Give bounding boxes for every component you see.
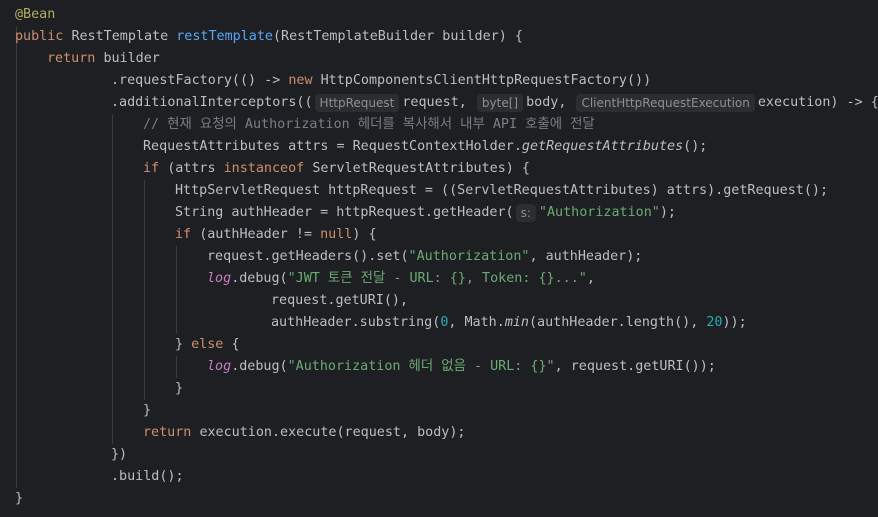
- code-token: log: [207, 359, 232, 374]
- code-line[interactable]: authHeader.substring(0, Math. min (authHea…: [271, 312, 747, 334]
- code-token: if: [175, 227, 200, 242]
- code-line[interactable]: request.getURI(),: [271, 290, 408, 312]
- code-token: ) {: [352, 227, 377, 242]
- code-token: request,: [402, 95, 475, 110]
- code-token: if: [143, 161, 168, 176]
- code-token: request.getHeaders().set(: [207, 249, 409, 264]
- code-line[interactable]: log .debug("JWT 토큰 전달 - URL: {}, Token: {…: [207, 268, 595, 290]
- code-token: , authHeader);: [529, 249, 643, 264]
- code-line[interactable]: return builder: [47, 48, 160, 70]
- code-token: new: [288, 73, 321, 88]
- code-token: @Bean: [15, 7, 56, 22]
- code-token: }: [175, 337, 192, 352]
- code-token: null: [320, 227, 353, 242]
- code-token: "Authorization": [408, 249, 530, 264]
- code-token: restTemplate: [176, 29, 273, 44]
- code-token: execution.execute(request, body);: [199, 425, 466, 440]
- code-line[interactable]: }: [15, 488, 23, 510]
- indent-guide: [176, 356, 177, 378]
- code-token: String authHeader = httpRequest.getHeade…: [175, 205, 514, 220]
- code-token: "JWT 토큰 전달 - URL: {}, Token: {}...": [287, 271, 587, 286]
- code-token: {: [231, 337, 240, 352]
- code-token: );: [659, 205, 676, 220]
- code-token: }): [111, 447, 128, 462]
- code-line[interactable]: if (attrs instanceof ServletRequestAttri…: [143, 158, 530, 180]
- code-line[interactable]: }: [143, 400, 151, 422]
- code-line[interactable]: .build();: [111, 466, 184, 488]
- code-token: .additionalInterceptors((: [111, 95, 313, 110]
- code-token: log: [207, 271, 232, 286]
- code-token: HttpServletRequest httpRequest = ((Servl…: [175, 183, 829, 198]
- code-token: 20: [706, 315, 723, 330]
- code-token: }: [175, 381, 184, 396]
- indent-guide: [176, 246, 177, 334]
- code-line[interactable]: request.getHeaders().set("Authorization"…: [207, 246, 642, 268]
- code-token: return: [143, 425, 200, 440]
- code-token: else: [191, 337, 232, 352]
- code-token: .build();: [111, 469, 184, 484]
- code-token: public: [15, 29, 72, 44]
- code-editor[interactable]: @Bean public RestTemplate restTemplate (Re…: [0, 0, 878, 517]
- code-token: (authHeader.length(),: [529, 315, 707, 330]
- code-token: ));: [722, 315, 747, 330]
- code-line[interactable]: // 현재 요청의 Authorization 헤더를 복사해서 내부 API …: [143, 114, 595, 136]
- code-token: (attrs: [167, 161, 224, 176]
- code-token: 0: [440, 315, 449, 330]
- code-token: getRequestAttributes: [521, 139, 684, 154]
- code-token: RequestAttributes attrs = RequestContext…: [143, 139, 522, 154]
- code-token: execution) -> {: [757, 95, 878, 110]
- code-line[interactable]: .requestFactory(() -> new HttpComponents…: [111, 70, 651, 92]
- code-token: instanceof: [223, 161, 313, 176]
- code-token: builder: [103, 51, 160, 66]
- code-token: ,: [586, 271, 595, 286]
- code-line[interactable]: }): [111, 444, 127, 466]
- code-token: min: [504, 315, 529, 330]
- code-line[interactable]: .additionalInterceptors((HttpRequest requ…: [111, 92, 878, 114]
- code-token: (authHeader !=: [199, 227, 321, 242]
- code-line[interactable]: }: [175, 378, 183, 400]
- parameter-hint: s:: [515, 204, 536, 222]
- indent-guide: [16, 26, 17, 488]
- parameter-hint: byte[]: [476, 94, 524, 112]
- code-token: , request.getURI());: [554, 359, 716, 374]
- code-line[interactable]: RequestAttributes attrs = RequestContext…: [143, 136, 707, 158]
- indent-guide: [112, 114, 113, 444]
- code-token: return: [47, 51, 104, 66]
- parameter-hint: HttpRequest: [314, 94, 400, 112]
- code-token: .debug(: [231, 271, 288, 286]
- code-line[interactable]: HttpServletRequest httpRequest = ((Servl…: [175, 180, 828, 202]
- code-line[interactable]: if (authHeader != null) {: [175, 224, 377, 246]
- code-token: // 현재 요청의 Authorization 헤더를 복사해서 내부 API …: [143, 117, 595, 132]
- code-token: RestTemplate: [71, 29, 177, 44]
- code-token: .debug(: [231, 359, 288, 374]
- code-line[interactable]: return execution.execute(request, body);: [143, 422, 465, 444]
- code-token: ServletRequestAttributes) {: [312, 161, 530, 176]
- code-line[interactable]: public RestTemplate restTemplate (RestTem…: [15, 26, 523, 48]
- code-token: ();: [683, 139, 708, 154]
- code-token: body,: [526, 95, 575, 110]
- code-token: request.getURI(),: [271, 293, 409, 308]
- code-token: , Math.: [448, 315, 505, 330]
- code-token: authHeader.substring(: [271, 315, 441, 330]
- code-token: (RestTemplateBuilder builder) {: [273, 29, 523, 44]
- code-token: }: [143, 403, 152, 418]
- code-line[interactable]: } else {: [175, 334, 240, 356]
- code-line[interactable]: @Bean: [15, 4, 55, 26]
- code-token: }: [15, 491, 24, 506]
- code-line[interactable]: String authHeader = httpRequest.getHeade…: [175, 202, 676, 224]
- code-token: HttpComponentsClientHttpRequestFactory()…: [320, 73, 652, 88]
- code-token: "Authorization 헤더 없음 - URL: {}": [287, 359, 555, 374]
- code-token: .requestFactory(() ->: [111, 73, 289, 88]
- code-line[interactable]: log .debug("Authorization 헤더 없음 - URL: {}…: [207, 356, 716, 378]
- indent-guide: [144, 180, 145, 400]
- parameter-hint: ClientHttpRequestExecution: [576, 94, 755, 112]
- code-token: "Authorization": [538, 205, 660, 220]
